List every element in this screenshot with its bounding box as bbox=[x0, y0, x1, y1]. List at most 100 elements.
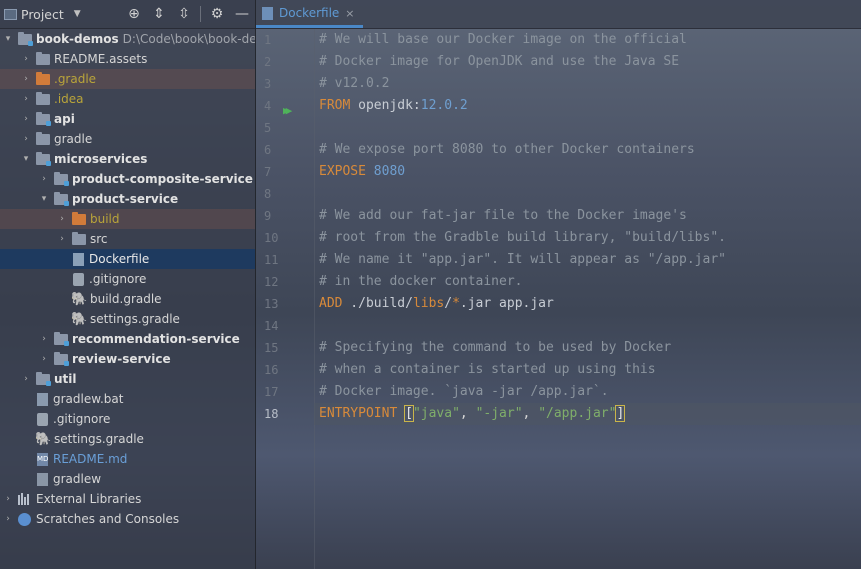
code-token-comment: # in the docker container. bbox=[319, 274, 523, 289]
tree-item-book-demos[interactable]: ▾ book-demosD:\Code\book\book-demo bbox=[0, 29, 255, 49]
chevron-down-icon[interactable]: ▾ bbox=[20, 154, 32, 164]
tree-item-product-service[interactable]: ▾ product-service bbox=[0, 189, 255, 209]
code-line[interactable] bbox=[314, 315, 861, 337]
code-token-str: "/app.jar" bbox=[538, 406, 617, 421]
minimize-icon[interactable]: — bbox=[233, 6, 251, 22]
collapse-all-icon[interactable]: ⇳ bbox=[175, 6, 193, 22]
tree-item-build[interactable]: › build bbox=[0, 209, 255, 229]
chevron-right-icon[interactable]: › bbox=[20, 54, 32, 64]
tab-dockerfile[interactable]: Dockerfile × bbox=[256, 1, 363, 28]
code-line[interactable]: # Docker image. `java -jar /app.jar`. bbox=[314, 381, 861, 403]
tree-item-recommendation-service[interactable]: › recommendation-service bbox=[0, 329, 255, 349]
tree-item-idea[interactable]: › .idea bbox=[0, 89, 255, 109]
project-view-selector[interactable]: Project ▼ bbox=[4, 7, 81, 22]
gradle-elephant-icon: 🐘 bbox=[71, 291, 88, 307]
code-line[interactable]: # We name it "app.jar". It will appear a… bbox=[314, 249, 861, 271]
gear-icon[interactable]: ⚙ bbox=[208, 6, 226, 22]
tree-item-readme-md[interactable]: MD README.md bbox=[0, 449, 255, 469]
chevron-right-icon[interactable]: › bbox=[2, 494, 14, 504]
code-line[interactable] bbox=[314, 117, 861, 139]
code-editor[interactable]: # We will base our Docker image on the o… bbox=[314, 29, 861, 425]
tree-item-product-composite-service[interactable]: › product-composite-service bbox=[0, 169, 255, 189]
chevron-right-icon[interactable]: › bbox=[20, 134, 32, 144]
code-token-comment: # We will base our Docker image on the o… bbox=[319, 32, 687, 47]
module-folder-icon bbox=[54, 331, 69, 346]
chevron-right-icon[interactable]: › bbox=[56, 214, 68, 224]
code-token-pun: , bbox=[459, 406, 476, 421]
excluded-folder-icon bbox=[36, 71, 50, 85]
tree-item-build-gradle[interactable]: 🐘 build.gradle bbox=[0, 289, 255, 309]
code-line[interactable]: FROM openjdk:12.0.2 bbox=[314, 95, 861, 117]
tree-item-gradlew[interactable]: gradlew bbox=[0, 469, 255, 489]
tree-item-label: recommendation-service bbox=[72, 332, 240, 346]
tree-item-src[interactable]: › src bbox=[0, 229, 255, 249]
code-line[interactable] bbox=[314, 183, 861, 205]
tree-item-label: build.gradle bbox=[90, 292, 162, 306]
module-folder-icon bbox=[36, 151, 51, 166]
code-line[interactable]: # We add our fat-jar file to the Docker … bbox=[314, 205, 861, 227]
tree-item-label: .gitignore bbox=[89, 272, 147, 286]
tree-item-label: api bbox=[54, 112, 75, 126]
code-line[interactable]: EXPOSE 8080 bbox=[314, 161, 861, 183]
line-number: 4 ▶▶ bbox=[256, 95, 314, 117]
tree-item-gradle[interactable]: › gradle bbox=[0, 129, 255, 149]
tree-item-label: Scratches and Consoles bbox=[36, 512, 180, 526]
line-number: 6 bbox=[264, 143, 272, 157]
code-line[interactable]: # Docker image for OpenJDK and use the J… bbox=[314, 51, 861, 73]
tree-item-settings-gradle[interactable]: 🐘 settings.gradle bbox=[0, 429, 255, 449]
tree-item-label: Dockerfile bbox=[89, 252, 150, 266]
close-icon[interactable]: × bbox=[345, 7, 354, 20]
tree-item-scratches-and-consoles[interactable]: › Scratches and Consoles bbox=[0, 509, 255, 529]
module-folder-icon bbox=[36, 371, 51, 386]
tree-item-review-service[interactable]: › review-service bbox=[0, 349, 255, 369]
tree-item-dockerfile[interactable]: Dockerfile bbox=[0, 249, 255, 269]
code-token-kw: * bbox=[452, 296, 460, 311]
tree-item-readme-assets[interactable]: › README.assets bbox=[0, 49, 255, 69]
line-number: 11 bbox=[264, 253, 279, 267]
editor-tab-bar: Dockerfile × bbox=[256, 0, 861, 29]
tree-item-label: microservices bbox=[54, 152, 148, 166]
code-line[interactable]: # We will base our Docker image on the o… bbox=[314, 29, 861, 51]
code-line[interactable]: ADD ./build/libs/*.jar app.jar bbox=[314, 293, 861, 315]
chevron-right-icon[interactable]: › bbox=[20, 114, 32, 124]
tree-item-label: product-composite-service bbox=[72, 172, 253, 186]
expand-all-icon[interactable]: ⇕ bbox=[150, 6, 168, 22]
docker-file-icon bbox=[73, 252, 84, 266]
tree-item-label: settings.gradle bbox=[54, 432, 144, 446]
code-line[interactable]: # We expose port 8080 to other Docker co… bbox=[314, 139, 861, 161]
tree-item-settings-gradle[interactable]: 🐘 settings.gradle bbox=[0, 309, 255, 329]
chevron-right-icon[interactable]: › bbox=[38, 334, 50, 344]
tree-item-gitignore[interactable]: .gitignore bbox=[0, 269, 255, 289]
chevron-right-icon[interactable]: › bbox=[20, 74, 32, 84]
tree-item-external-libraries[interactable]: › External Libraries bbox=[0, 489, 255, 509]
tree-item-util[interactable]: › util bbox=[0, 369, 255, 389]
code-line[interactable]: # v12.0.2 bbox=[314, 73, 861, 95]
code-line[interactable]: # in the docker container. bbox=[314, 271, 861, 293]
chevron-right-icon[interactable]: › bbox=[20, 374, 32, 384]
tree-item-gitignore[interactable]: .gitignore bbox=[0, 409, 255, 429]
chevron-right-icon[interactable]: › bbox=[56, 234, 68, 244]
tree-item-api[interactable]: › api bbox=[0, 109, 255, 129]
line-number: 10 bbox=[264, 231, 279, 245]
chevron-right-icon[interactable]: › bbox=[38, 354, 50, 364]
docker-file-icon bbox=[262, 6, 273, 20]
line-number: 12 bbox=[264, 275, 279, 289]
tree-item-label: build bbox=[90, 212, 120, 226]
chevron-right-icon[interactable]: › bbox=[2, 514, 14, 524]
code-line[interactable]: ENTRYPOINT ["java", "-jar", "/app.jar"] bbox=[314, 403, 861, 425]
code-line[interactable]: # when a container is started up using t… bbox=[314, 359, 861, 381]
line-number: 8 bbox=[264, 187, 272, 201]
tree-item-gradle[interactable]: › .gradle bbox=[0, 69, 255, 89]
tree-item-gradlew-bat[interactable]: gradlew.bat bbox=[0, 389, 255, 409]
chevron-right-icon[interactable]: › bbox=[20, 94, 32, 104]
script-file-icon bbox=[37, 472, 48, 486]
crosshair-icon[interactable]: ⊕ bbox=[125, 6, 143, 22]
code-line[interactable]: # root from the Gradble build library, "… bbox=[314, 227, 861, 249]
code-token-kw: ADD bbox=[319, 296, 343, 311]
code-token-plain: openjdk: bbox=[350, 98, 421, 113]
chevron-down-icon[interactable]: ▾ bbox=[38, 194, 50, 204]
code-line[interactable]: # Specifying the command to be used by D… bbox=[314, 337, 861, 359]
chevron-down-icon[interactable]: ▾ bbox=[2, 34, 14, 44]
tree-item-microservices[interactable]: ▾ microservices bbox=[0, 149, 255, 169]
chevron-right-icon[interactable]: › bbox=[38, 174, 50, 184]
